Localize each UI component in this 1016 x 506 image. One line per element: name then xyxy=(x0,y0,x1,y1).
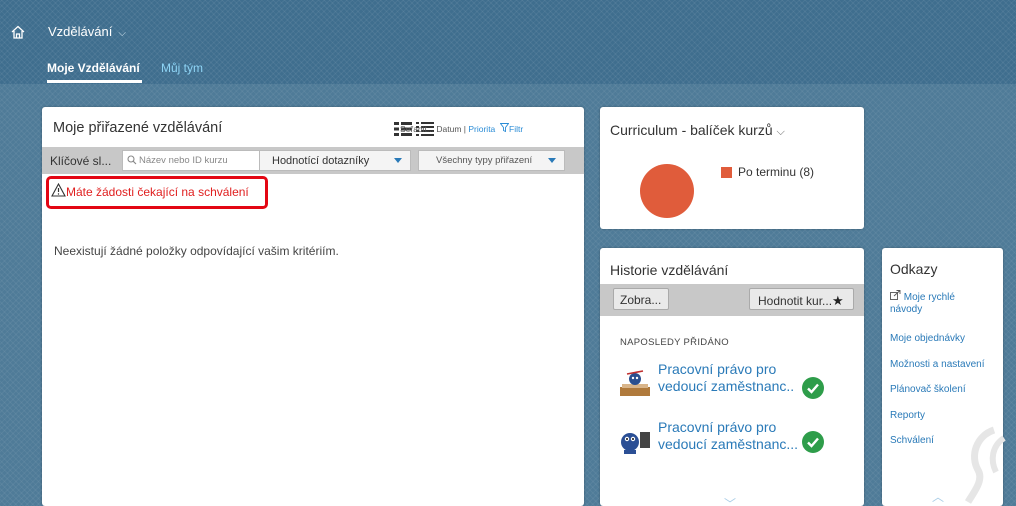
scroll-down-chevron-icon[interactable]: ﹀ xyxy=(724,495,736,506)
chevron-down-icon: ⌵ xyxy=(118,28,126,39)
course-title: Pracovní právo pro vedoucí zaměstnanc... xyxy=(658,419,798,453)
panel-title: Moje přiřazené vzdělávání xyxy=(53,120,223,136)
home-icon[interactable] xyxy=(10,24,26,40)
empty-state-message: Neexistují žádné položky odpovídající va… xyxy=(54,244,339,258)
dropdown-arrow-icon xyxy=(548,158,556,163)
link-approvals[interactable]: Schválení xyxy=(890,435,934,446)
links-title: Odkazy xyxy=(890,261,938,277)
pending-approval-warning[interactable]: Máte žádosti čekající na schválení xyxy=(46,176,268,209)
assigned-learning-panel: Moje přiřazené vzdělávání Seřadit... Dat… xyxy=(42,107,584,506)
filter-link[interactable]: Filtr xyxy=(499,123,524,134)
link-options-settings[interactable]: Možnosti a nastavení xyxy=(890,359,985,370)
course-thumbnail-icon xyxy=(621,432,650,454)
links-panel: Odkazy Moje rychlé návody Moje objednávk… xyxy=(882,248,1006,506)
tab-my-team[interactable]: Můj tým xyxy=(161,61,203,75)
history-course-item[interactable]: Pracovní právo pro vedoucí zaměstnanc... xyxy=(614,419,854,463)
dropdown-arrow-icon xyxy=(394,158,402,163)
curriculum-title: Curriculum - balíček kurzů xyxy=(610,122,773,138)
warning-text: Máte žádosti čekající na schválení xyxy=(66,185,249,199)
top-bar: Vzdělávání ⌵ Moje Vzdělávání Můj tým xyxy=(0,0,1016,84)
curriculum-panel: Curriculum - balíček kurzů ⌵ Po terminu … xyxy=(600,107,864,229)
course-title-line1: Pracovní právo pro xyxy=(658,361,777,377)
star-icon: ★ xyxy=(832,293,844,308)
filter-bar: Klíčové sl... Název nebo ID kurzu Hodnot… xyxy=(42,147,584,174)
app-title-menu[interactable]: Vzdělávání ⌵ xyxy=(48,24,126,39)
course-title-line2: vedoucí zaměstnanc... xyxy=(658,436,799,452)
active-tab-indicator xyxy=(47,80,142,83)
show-button[interactable]: Zobra... xyxy=(613,288,669,310)
keyword-label: Klíčové sl... xyxy=(50,154,112,168)
scroll-up-chevron-icon[interactable]: ︿ xyxy=(932,488,944,505)
sort-label[interactable]: Seřadit... Datum | xyxy=(400,124,466,134)
check-complete-icon xyxy=(802,377,824,399)
filter-icon xyxy=(499,123,510,133)
legend-swatch-overdue xyxy=(721,167,732,178)
course-title-line1: Pracovní právo pro xyxy=(658,419,777,435)
rate-course-button[interactable]: Hodnotit kur...★ xyxy=(749,288,854,310)
watermark-logo xyxy=(964,426,1006,504)
course-title: Pracovní právo pro vedoucí zaměstnanc.. xyxy=(658,361,794,395)
tab-my-learning[interactable]: Moje Vzdělávání xyxy=(47,61,140,75)
assignment-types-dropdown[interactable]: Všechny typy přiřazení xyxy=(418,150,565,171)
app-title: Vzdělávání xyxy=(48,24,113,39)
learning-history-panel: Historie vzdělávání Zobra... Hodnotit ku… xyxy=(600,248,864,506)
sort-priority-link[interactable]: Priorita xyxy=(468,124,495,134)
history-course-item[interactable]: Pracovní právo pro vedoucí zaměstnanc.. xyxy=(614,361,854,405)
sort-controls: Seřadit... Datum | Priorita Filtr xyxy=(400,123,523,134)
rate-course-label: Hodnotit kur... xyxy=(758,294,833,308)
curriculum-title-menu[interactable]: Curriculum - balíček kurzů ⌵ xyxy=(610,122,785,139)
chevron-down-icon: ⌵ xyxy=(776,126,785,138)
external-link-icon xyxy=(890,290,901,300)
link-my-orders[interactable]: Moje objednávky xyxy=(890,333,965,344)
history-toolbar: Zobra... Hodnotit kur...★ xyxy=(600,284,864,316)
link-reports[interactable]: Reporty xyxy=(890,410,925,421)
surveys-dropdown-value: Hodnotící dotazníky xyxy=(272,155,370,167)
warning-icon xyxy=(51,183,66,197)
recently-added-heading: NAPOSLEDY PŘIDÁNO xyxy=(620,337,729,348)
pie-slice-overdue[interactable] xyxy=(640,164,694,218)
link-training-planner[interactable]: Plánovač školení xyxy=(890,384,966,395)
quick-guides-line1: Moje rychlé xyxy=(903,292,955,303)
course-title-line2: vedoucí zaměstnanc.. xyxy=(658,378,795,394)
search-icon xyxy=(127,155,137,165)
quick-guides-line2: návody xyxy=(890,304,923,315)
search-placeholder: Název nebo ID kurzu xyxy=(139,155,228,166)
check-complete-icon xyxy=(802,431,824,453)
surveys-dropdown[interactable]: Hodnotící dotazníky xyxy=(259,150,411,171)
quick-guides-link[interactable]: Moje rychlé návody xyxy=(890,290,955,316)
legend-label-overdue[interactable]: Po terminu (8) xyxy=(738,165,814,179)
filter-label: Filtr xyxy=(509,124,524,134)
history-title: Historie vzdělávání xyxy=(610,262,729,278)
assignment-types-value: Všechny typy přiřazení xyxy=(436,155,533,166)
course-thumbnail-icon xyxy=(620,370,650,396)
